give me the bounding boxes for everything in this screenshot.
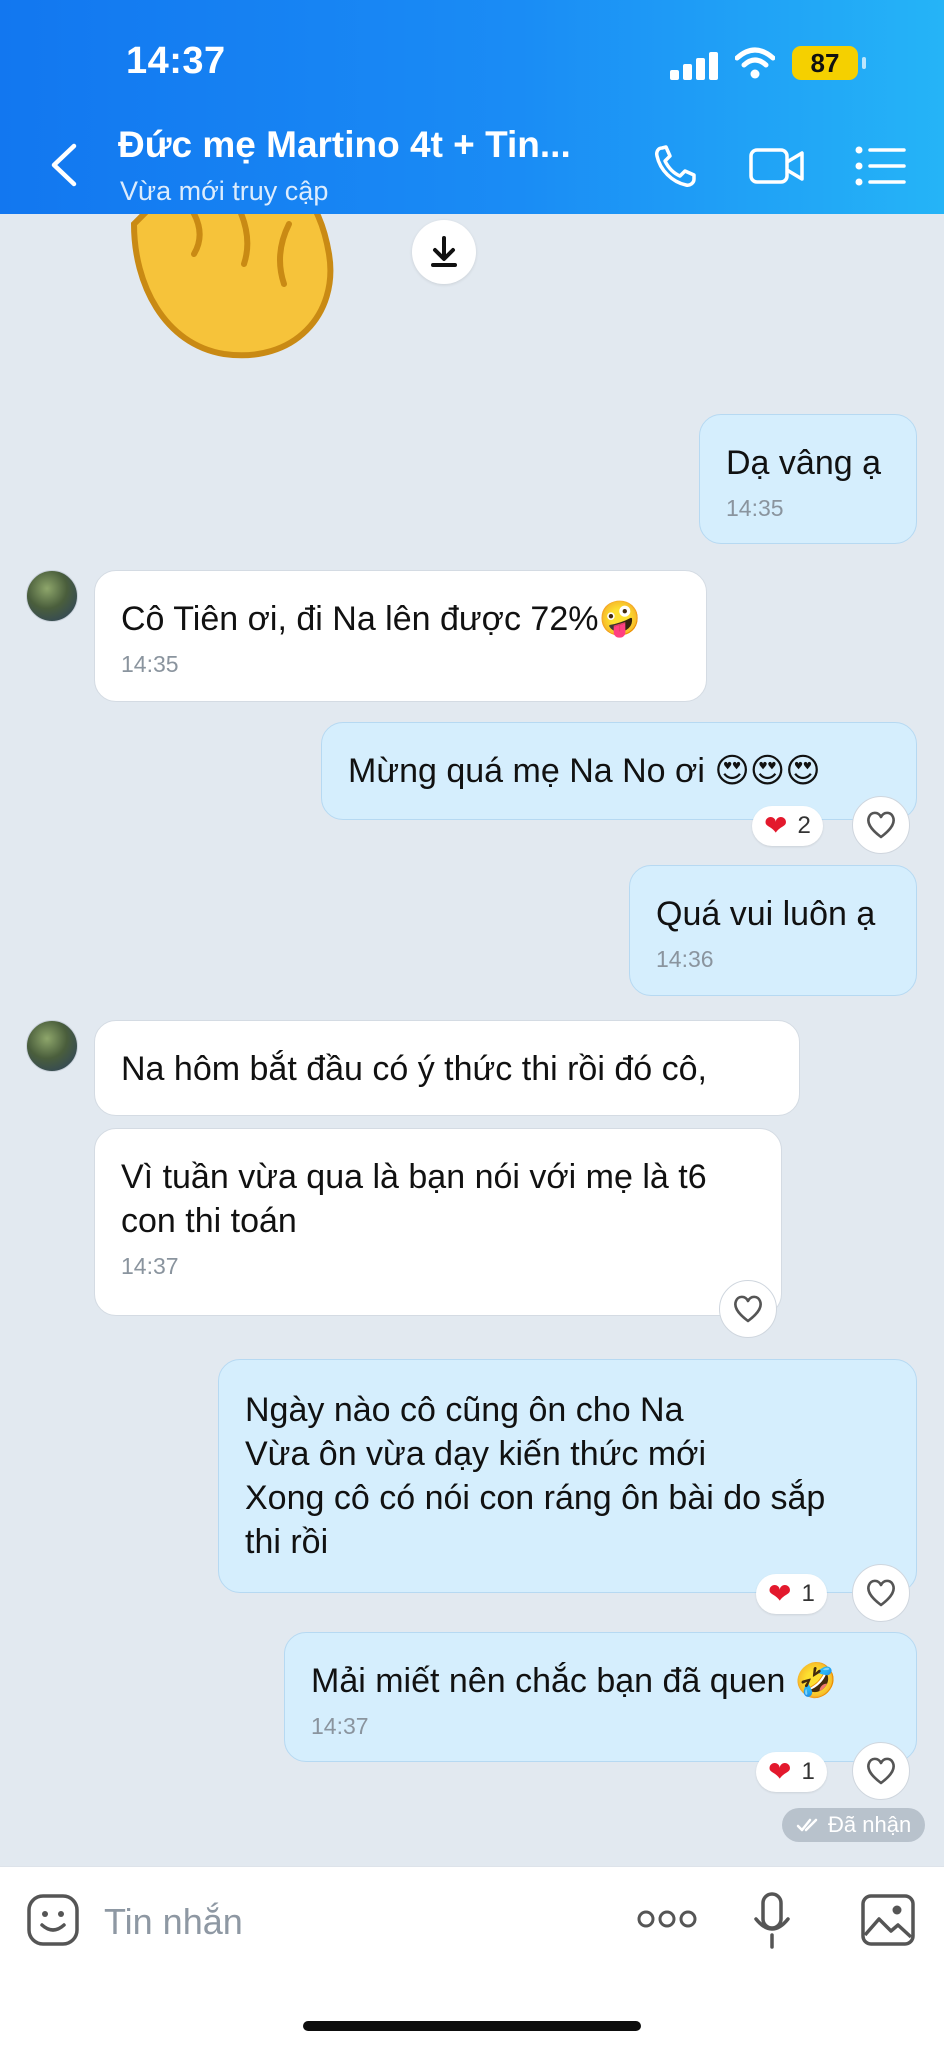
message-time: 14:37 [121,1253,179,1279]
heart-outline-icon [734,1295,762,1323]
react-heart-button[interactable] [852,1564,910,1622]
message-input-bar: Tin nhắn [0,1866,944,2048]
react-heart-button[interactable] [852,796,910,854]
double-check-icon [796,1818,818,1832]
reaction-summary[interactable]: ❤ 1 [756,1574,827,1614]
message-bubble-incoming[interactable]: Cô Tiên ơi, đi Na lên được 72%🤪 14:35 [94,570,707,702]
more-options-icon[interactable] [636,1907,698,1931]
chat-header: 14:37 87 Đức mẹ Martino 4t + Tin... Vừa … [0,0,944,214]
message-text: Mải miết nên chắc bạn đã quen 🤣 [311,1662,838,1700]
cellular-signal-icon [670,50,720,80]
delivery-status: Đã nhận [782,1808,926,1842]
chat-messages[interactable]: Dạ vâng ạ 14:35 Cô Tiên ơi, đi Na lên đư… [0,214,944,1866]
message-text: Vì tuần vừa qua là bạn nói với mẹ là t6 … [121,1158,707,1240]
battery-indicator: 87 [792,46,866,80]
heart-outline-icon [867,1579,895,1607]
message-bubble-outgoing[interactable]: Dạ vâng ạ 14:35 [699,414,917,544]
chat-title[interactable]: Đức mẹ Martino 4t + Tin... [118,124,571,166]
react-heart-button[interactable] [719,1280,777,1338]
message-time: 14:36 [656,946,714,972]
heart-reaction-icon: ❤ [764,810,788,841]
video-call-icon[interactable] [748,140,806,192]
message-time: 14:35 [121,651,179,677]
chat-subtitle: Vừa mới truy cập [120,176,329,206]
back-arrow-icon[interactable] [46,140,82,190]
message-bubble-incoming[interactable]: Vì tuần vừa qua là bạn nói với mẹ là t6 … [94,1128,782,1316]
heart-reaction-icon: ❤ [768,1756,792,1787]
reaction-summary[interactable]: ❤ 2 [752,806,823,846]
message-text: Na hôm bắt đầu có ý thức thi rồi đó cô, [121,1050,707,1088]
image-gallery-icon[interactable] [860,1893,916,1947]
message-text: Dạ vâng ạ [726,444,881,482]
message-bubble-outgoing[interactable]: Ngày nào cô cũng ôn cho Na Vừa ôn vừa dạ… [218,1359,917,1593]
message-bubble-outgoing[interactable]: Mừng quá mẹ Na No ơi 😍😍😍 [321,722,917,820]
contact-avatar[interactable] [26,1020,78,1072]
message-text: Quá vui luôn ạ [656,895,876,933]
emoji-sticker-icon[interactable] [26,1893,80,1947]
reaction-summary[interactable]: ❤ 1 [756,1752,827,1792]
status-time: 14:37 [126,40,226,82]
message-text: Ngày nào cô cũng ôn cho Na Vừa ôn vừa dạ… [245,1391,826,1561]
message-text: Mừng quá mẹ Na No ơi 😍😍😍 [348,752,821,790]
download-icon [431,236,457,267]
waving-hand-sticker[interactable] [124,214,354,374]
menu-list-icon[interactable] [852,140,910,192]
heart-outline-icon [867,811,895,839]
phone-call-icon[interactable] [648,140,706,192]
microphone-icon[interactable] [752,1891,792,1951]
home-indicator [303,2021,641,2031]
contact-avatar[interactable] [26,570,78,622]
reaction-count: 1 [801,1580,815,1607]
react-heart-button[interactable] [852,1742,910,1800]
heart-outline-icon [867,1757,895,1785]
reaction-count: 1 [801,1758,815,1785]
message-bubble-incoming[interactable]: Na hôm bắt đầu có ý thức thi rồi đó cô, [94,1020,800,1116]
message-bubble-outgoing[interactable]: Mải miết nên chắc bạn đã quen 🤣 14:37 [284,1632,917,1762]
wifi-icon [735,47,775,79]
delivery-status-text: Đã nhận [828,1812,912,1837]
message-time: 14:35 [726,495,784,521]
message-bubble-outgoing[interactable]: Quá vui luôn ạ 14:36 [629,865,917,996]
download-button[interactable] [412,220,476,284]
message-text: Cô Tiên ơi, đi Na lên được 72%🤪 [121,600,641,638]
message-input[interactable]: Tin nhắn [104,1901,243,1943]
message-time: 14:37 [311,1713,369,1739]
heart-reaction-icon: ❤ [768,1578,792,1609]
reaction-count: 2 [797,812,811,839]
